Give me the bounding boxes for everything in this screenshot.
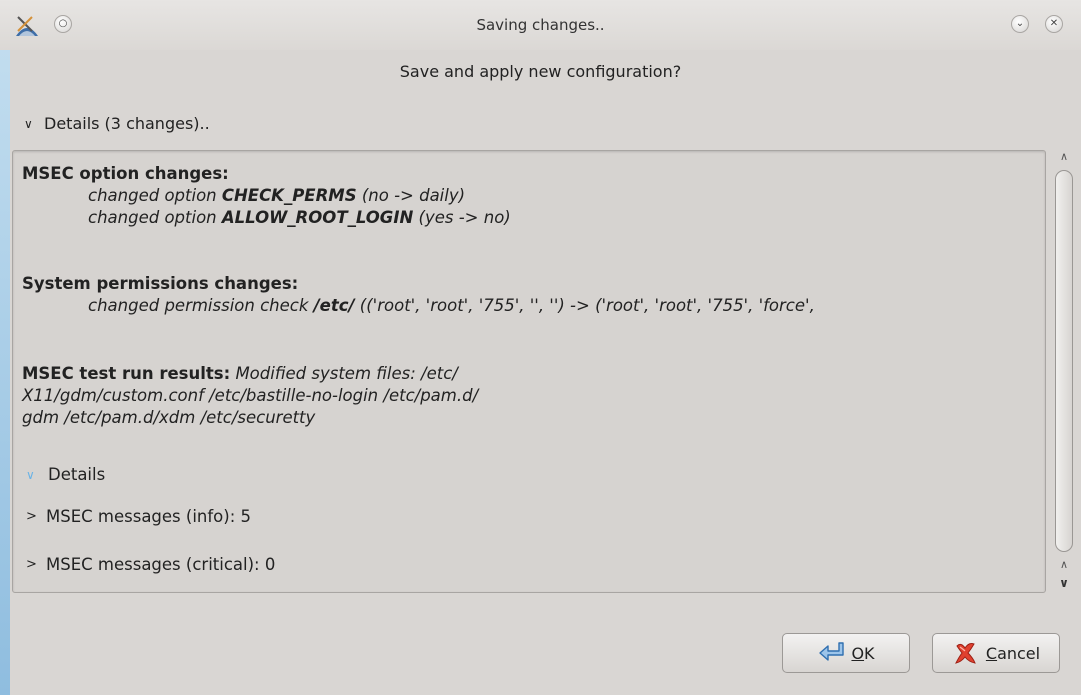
permission-path: /etc/ <box>313 296 355 315</box>
chevron-right-icon: > <box>26 509 37 524</box>
chevron-down-icon: ∨ <box>26 467 35 482</box>
scroll-up-arrow-icon[interactable]: ∧ <box>1056 558 1072 572</box>
test-results-text: X11/gdm/custom.conf /etc/bastille-no-log… <box>22 386 479 405</box>
option-name: CHECK_PERMS <box>221 186 357 205</box>
cancel-button-label: Cancel <box>985 643 1041 663</box>
permission-change-value: (('root', 'root', '755', '', '') -> ('ro… <box>354 296 815 315</box>
scroll-up-arrow-icon[interactable]: ∧ <box>1056 150 1072 164</box>
option-name: ALLOW_ROOT_LOGIN <box>221 208 414 227</box>
details-expander[interactable]: ∨ Details (3 changes).. <box>24 114 210 133</box>
test-results-heading: MSEC test run results: <box>22 364 231 383</box>
msec-options-heading: MSEC option changes: <box>22 164 229 183</box>
chevron-down-icon: ∨ <box>24 116 33 131</box>
option-change-prefix: changed option <box>88 208 222 227</box>
msec-messages-critical-label: MSEC messages (critical): 0 <box>46 555 276 574</box>
option-change-line: changed option CHECK_PERMS (no -> daily) <box>22 185 1042 207</box>
permission-change-prefix: changed permission check <box>88 296 314 315</box>
test-results-text: gdm /etc/pam.d/xdm /etc/securetty <box>22 408 316 427</box>
test-results-line: MSEC test run results: Modified system f… <box>22 363 1042 385</box>
permissions-heading: System permissions changes: <box>22 274 299 293</box>
sub-details-label: Details <box>48 465 106 484</box>
sub-details-expander[interactable]: ∨ Details <box>22 465 105 484</box>
enter-arrow-icon <box>819 642 845 661</box>
option-change-value: (yes -> no) <box>413 208 511 227</box>
option-change-prefix: changed option <box>88 186 222 205</box>
ok-button-label: OK <box>851 643 875 663</box>
vertical-scrollbar[interactable]: ∧ ∧ ∨ <box>1052 150 1076 596</box>
close-icon: ✕ <box>1049 18 1059 29</box>
details-content: MSEC option changes: changed option CHEC… <box>22 163 1042 429</box>
titlebar[interactable]: ○ Saving changes.. ⌄ ✕ <box>0 0 1081 50</box>
chevron-right-icon: > <box>26 557 37 572</box>
details-expander-label: Details (3 changes).. <box>44 114 210 133</box>
scrollbar-thumb[interactable] <box>1055 170 1073 552</box>
window-title: Saving changes.. <box>476 16 605 34</box>
msec-messages-info-label: MSEC messages (info): 5 <box>46 507 252 526</box>
window-frame-left <box>0 0 10 695</box>
close-button[interactable]: ✕ <box>1045 15 1063 33</box>
scroll-down-arrow-icon[interactable]: ∨ <box>1056 576 1072 590</box>
chevron-down-icon: ⌄ <box>1015 18 1025 29</box>
msec-messages-critical-expander[interactable]: > MSEC messages (critical): 0 <box>22 555 275 574</box>
option-change-line: changed option ALLOW_ROOT_LOGIN (yes -> … <box>22 207 1042 229</box>
option-change-value: (no -> daily) <box>356 186 466 205</box>
permission-change-line: changed permission check /etc/ (('root',… <box>22 295 1042 317</box>
details-text-view[interactable]: MSEC option changes: changed option CHEC… <box>12 150 1046 593</box>
ok-button[interactable]: OK <box>782 633 910 673</box>
dialog-question: Save and apply new configuration? <box>399 62 682 81</box>
minimize-button[interactable]: ⌄ <box>1011 15 1029 33</box>
cancel-button[interactable]: Cancel <box>932 633 1060 673</box>
test-results-text: Modified system files: /etc/ <box>230 364 458 383</box>
msec-messages-info-expander[interactable]: > MSEC messages (info): 5 <box>22 507 251 526</box>
cancel-x-icon <box>954 643 976 664</box>
